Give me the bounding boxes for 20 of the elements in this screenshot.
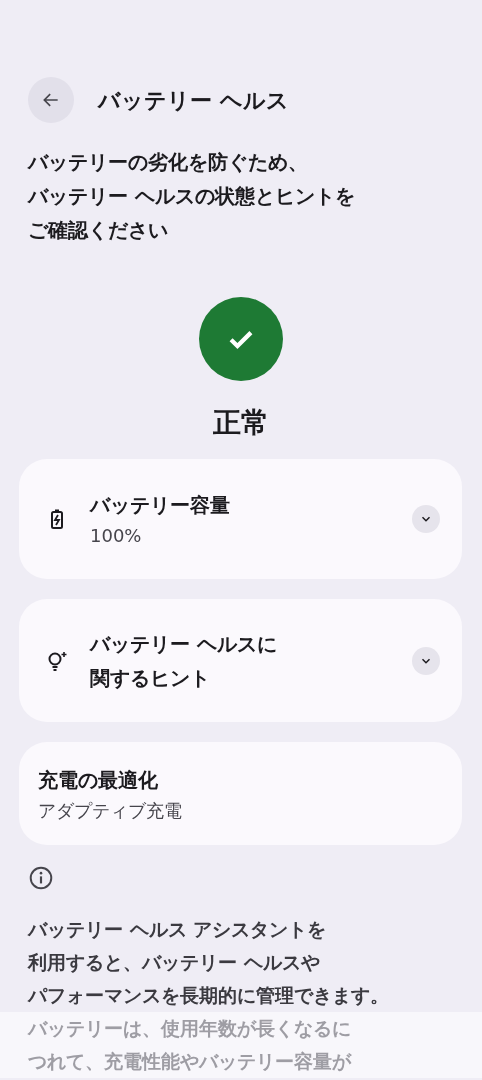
expand-button[interactable] <box>412 646 440 675</box>
card-title: 充電の最適化 <box>38 766 159 794</box>
description-text: バッテリーの劣化を防ぐため、 バッテリー ヘルスの状態とヒントを ご確認ください <box>26 149 356 244</box>
info-icon <box>28 865 54 891</box>
info-text: バッテリーは、使用年数が長くなるに <box>0 1012 482 1045</box>
settings-card[interactable]: 充電の最適化 アダプティブ充電 <box>19 742 462 845</box>
card-subtitle: 100% <box>90 524 143 548</box>
settings-card[interactable]: バッテリー容量 100% <box>19 459 462 579</box>
page-title: バッテリー ヘルス <box>98 86 289 115</box>
info-text: 利用すると、バッテリー ヘルスや <box>26 950 321 975</box>
expand-button[interactable] <box>412 505 440 533</box>
status-label: 正常 <box>213 405 269 441</box>
back-button[interactable] <box>28 77 74 123</box>
settings-card[interactable]: バッテリー ヘルスに 関するヒント <box>19 599 462 722</box>
card-subtitle: アダプティブ充電 <box>38 798 183 823</box>
card-title: バッテリー容量 <box>90 492 231 519</box>
info-text: つれて、充電性能やバッテリー容量が <box>0 1045 482 1078</box>
info-text: パフォーマンスを長期的に管理できます。 <box>26 983 390 1008</box>
card-title: バッテリー ヘルスに 関するヒント <box>90 630 278 692</box>
info-text: バッテリー ヘルス アシスタントを <box>26 917 328 942</box>
